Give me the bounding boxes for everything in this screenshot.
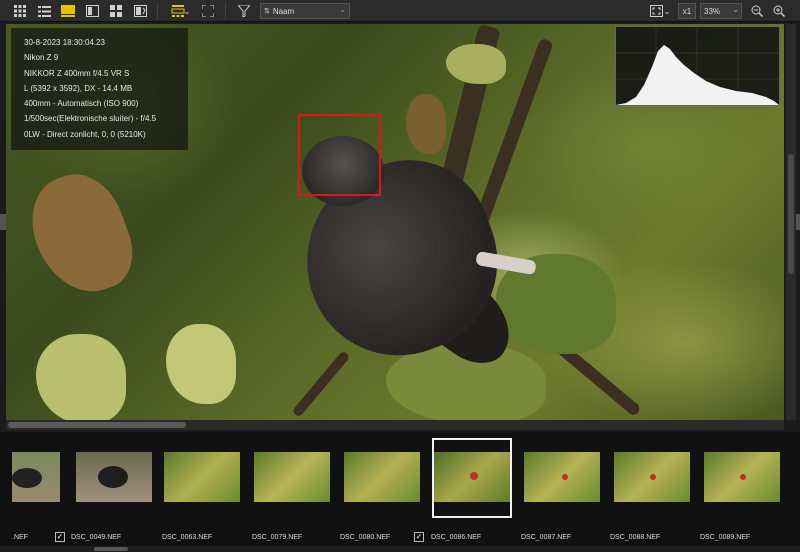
thumbnail-label: DSC_0049.NEF bbox=[71, 534, 122, 541]
compare-view-icon[interactable] bbox=[82, 2, 102, 20]
thumbnail-checkbox[interactable]: ✓ bbox=[55, 532, 65, 542]
toolbar-divider bbox=[225, 3, 226, 19]
thumbnail-label: DSC_0087.NEF bbox=[521, 534, 572, 541]
zoom-in-icon[interactable] bbox=[769, 2, 789, 20]
sort-az-icon: ⇅ bbox=[264, 8, 270, 15]
histogram-graph bbox=[616, 27, 779, 105]
thumbnail-1[interactable] bbox=[76, 452, 152, 502]
grid-view-icon[interactable] bbox=[10, 2, 30, 20]
sort-select-value: Naam bbox=[272, 6, 295, 16]
viewer-horizontal-scrollbar[interactable] bbox=[6, 420, 784, 430]
thumbnail-label: .NEF bbox=[12, 534, 28, 541]
edit-view-icon[interactable] bbox=[130, 2, 150, 20]
photo-leaf bbox=[406, 94, 446, 154]
info-focal-iso: 400mm - Automatisch (ISO 900) bbox=[24, 99, 139, 109]
thumbnail-3[interactable] bbox=[254, 452, 330, 502]
thumbnail-4[interactable] bbox=[344, 452, 420, 502]
viewer-vertical-scroll-thumb[interactable] bbox=[788, 154, 794, 274]
prev-image-handle[interactable] bbox=[0, 214, 6, 230]
info-image-size: L (5392 x 3592), DX - 14.4 MB bbox=[24, 83, 133, 93]
filmstrip-scrollbar[interactable] bbox=[0, 546, 800, 552]
quad-view-icon[interactable] bbox=[106, 2, 126, 20]
histogram bbox=[615, 26, 780, 106]
photo-leaf bbox=[18, 162, 144, 306]
thumbnail-label: DSC_0063.NEF bbox=[162, 534, 213, 541]
thumbnail-6[interactable] bbox=[524, 452, 600, 502]
thumbnail-2[interactable] bbox=[164, 452, 240, 502]
filmstrip: .NEF ✓ DSC_0049.NEF DSC_0063.NEF DSC_007… bbox=[0, 432, 800, 552]
thumbnail-label: DSC_0086.NEF bbox=[431, 534, 482, 541]
thumbnail-label: DSC_0088.NEF bbox=[610, 534, 661, 541]
thumbnail-8[interactable] bbox=[704, 452, 780, 502]
info-white-balance: 0LW - Direct zonlicht, 0, 0 (5210K) bbox=[24, 129, 146, 139]
viewer-vertical-scrollbar[interactable] bbox=[786, 24, 796, 420]
sort-order-select[interactable]: ⇅ Naam ⌄ bbox=[260, 3, 350, 19]
thumbnail-0[interactable] bbox=[12, 452, 60, 502]
list-view-icon[interactable] bbox=[34, 2, 54, 20]
zoom-level-select[interactable]: 33% ⌄ bbox=[700, 3, 742, 19]
thumbnail-7[interactable] bbox=[614, 452, 690, 502]
toolbar: ⌄ ⇅ Naam ⌄ ⌄ x1 33% ⌄ bbox=[0, 0, 800, 22]
info-shutter-aperture: 1/500sec(Elektronische sluiter) - f/4.5 bbox=[24, 114, 157, 124]
thumbnail-label: DSC_0089.NEF bbox=[700, 534, 751, 541]
shooting-info-overlay: 30-8-2023 18:30:04.23 Nikon Z 9 NIKKOR Z… bbox=[11, 28, 188, 150]
info-camera: Nikon Z 9 bbox=[24, 53, 59, 63]
chevron-down-icon[interactable]: ⌄ bbox=[182, 2, 192, 20]
filter-icon[interactable] bbox=[234, 2, 254, 20]
photo-branch bbox=[291, 350, 351, 418]
zoom-level-value: 33% bbox=[704, 6, 721, 16]
chevron-down-icon: ⌄ bbox=[732, 5, 739, 14]
filmstrip-scroll-thumb[interactable] bbox=[94, 547, 128, 551]
focus-point-marker bbox=[298, 114, 381, 196]
toolbar-divider bbox=[157, 3, 158, 19]
thumbnail-5[interactable] bbox=[434, 452, 510, 502]
info-lens: NIKKOR Z 400mm f/4.5 VR S bbox=[24, 68, 130, 78]
image-viewer[interactable]: 30-8-2023 18:30:04.23 Nikon Z 9 NIKKOR Z… bbox=[6, 24, 784, 420]
info-datetime: 30-8-2023 18:30:04.23 bbox=[24, 38, 105, 47]
thumbnail-checkbox[interactable]: ✓ bbox=[414, 532, 424, 542]
thumbnail-label: DSC_0079.NEF bbox=[252, 534, 303, 541]
photo-leaf bbox=[446, 44, 506, 84]
thumbnail-label: DSC_0080.NEF bbox=[340, 534, 391, 541]
fit-screen-icon[interactable] bbox=[198, 2, 218, 20]
single-view-icon[interactable] bbox=[58, 2, 78, 20]
chevron-down-icon[interactable]: ⌄ bbox=[662, 2, 672, 20]
photo-leaf bbox=[166, 324, 236, 404]
zoom-actual-button[interactable]: x1 bbox=[678, 3, 696, 19]
viewer-horizontal-scroll-thumb[interactable] bbox=[8, 422, 186, 428]
photo-leaf bbox=[36, 334, 126, 420]
chevron-down-icon: ⌄ bbox=[339, 5, 346, 14]
zoom-out-icon[interactable] bbox=[747, 2, 767, 20]
